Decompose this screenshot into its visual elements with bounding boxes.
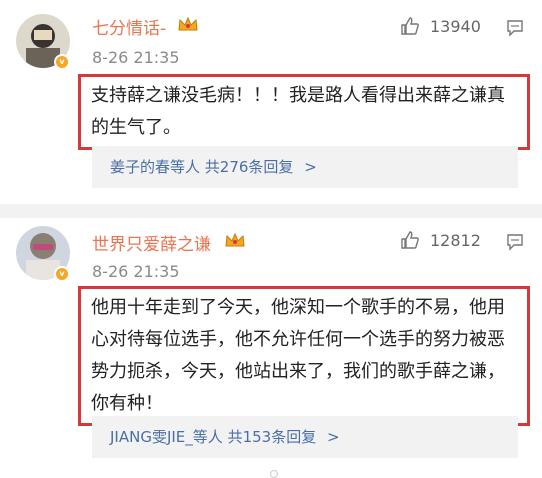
chevron-right-icon: > — [326, 428, 340, 446]
verified-badge-icon: v — [54, 54, 70, 70]
reply-icon[interactable] — [505, 18, 525, 38]
comment-text: 支持薛之谦没毛病！！！我是路人看得出来薛之谦真的生气了。 — [78, 74, 530, 150]
replies-link[interactable]: JIANG雯JIE_等人 共153条回复 > — [92, 416, 518, 458]
timestamp: 8-26 21:35 — [92, 48, 180, 67]
crown-icon — [225, 232, 245, 247]
like-count: 13940 — [430, 16, 481, 36]
thumbs-up-icon — [401, 231, 419, 249]
comment-item: v 七分情话- 8-26 21:35 13940 支持薛之谦没毛病！！！我是路人… — [0, 0, 542, 204]
replies-users: JIANG雯JIE_等人 — [110, 428, 223, 446]
like-button[interactable]: 12812 — [400, 230, 481, 250]
comment-text: 他用十年走到了今天，他深知一个歌手的不易，他用心对待每位选手，他不允许任何一个选… — [78, 286, 530, 426]
like-count: 12812 — [430, 230, 481, 250]
reply-icon[interactable] — [505, 232, 525, 252]
divider — [0, 204, 542, 218]
crown-icon — [178, 16, 198, 31]
replies-count: 共153条回复 — [227, 428, 317, 446]
username[interactable]: 七分情话- — [92, 14, 166, 39]
thumbs-up-icon — [401, 17, 419, 35]
verified-badge-icon: v — [54, 266, 70, 282]
replies-users: 姜子的春等人 — [110, 158, 201, 176]
like-button[interactable]: 13940 — [400, 16, 481, 36]
chevron-right-icon: > — [304, 158, 317, 176]
username[interactable]: 世界只爱薛之谦 — [92, 230, 211, 255]
replies-count: 共276条回复 — [204, 158, 294, 176]
comment-item: v 世界只爱薛之谦 8-26 21:35 12812 他用十年走到了今天，他深知… — [0, 218, 542, 477]
replies-link[interactable]: 姜子的春等人 共276条回复 > — [92, 146, 518, 188]
timestamp: 8-26 21:35 — [92, 262, 180, 281]
